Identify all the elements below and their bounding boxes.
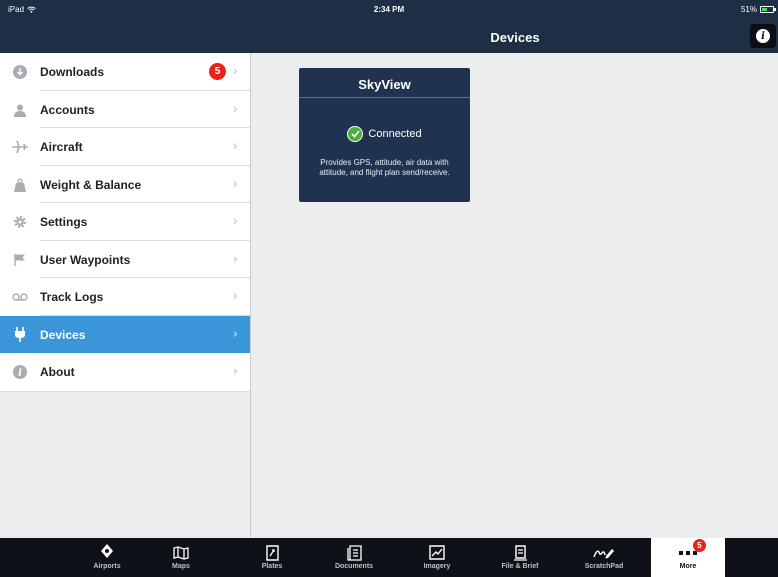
tab-more[interactable]: 5 More [651, 538, 725, 577]
tab-imagery[interactable]: Imagery [400, 538, 474, 577]
tab-bar: Airports Maps Plates Documents Imagery F… [0, 538, 778, 577]
sidebar-item-label: Downloads [40, 65, 105, 79]
sidebar-item-downloads[interactable]: Downloads 5 › [0, 53, 250, 91]
device-description: Provides GPS, attitude, air data with at… [319, 158, 450, 177]
sidebar-item-user-waypoints[interactable]: User Waypoints › [0, 240, 250, 278]
divider [0, 390, 250, 392]
weight-icon [12, 177, 28, 193]
sidebar-item-label: Settings [40, 215, 88, 229]
sidebar-item-aircraft[interactable]: Aircraft › [0, 128, 250, 166]
chevron-right-icon: › [232, 364, 238, 379]
sidebar-item-settings[interactable]: Settings › [0, 203, 250, 241]
chevron-right-icon: › [232, 101, 238, 117]
device-name: SkyView [299, 68, 470, 98]
plug-icon [12, 327, 28, 343]
tab-scratchpad[interactable]: ScratchPad [567, 538, 641, 577]
file-brief-icon [513, 544, 528, 561]
scratchpad-icon [593, 544, 615, 561]
map-icon [173, 544, 189, 561]
sidebar-item-label: Devices [40, 327, 86, 342]
imagery-icon [429, 544, 445, 561]
tab-file-brief[interactable]: File & Brief [483, 538, 557, 577]
sidebar-menu: Downloads 5 › Accounts › Aircraft › Weig… [0, 53, 250, 391]
airport-icon [100, 544, 114, 561]
battery-icon [760, 6, 776, 13]
documents-icon [346, 544, 362, 561]
battery-percent: 51% [740, 5, 757, 14]
sidebar-item-label: Weight & Balance [40, 177, 142, 192]
connection-status-text: Connected [368, 128, 422, 140]
tab-plates[interactable]: Plates [235, 538, 309, 577]
page-title: Devices [490, 30, 540, 45]
chevron-right-icon: › [232, 326, 238, 342]
device-card-skyview[interactable]: SkyView Connected Provides GPS, attitude… [299, 68, 470, 202]
sidebar-item-weight-balance[interactable]: Weight & Balance › [0, 165, 250, 203]
chevron-right-icon: › [232, 64, 238, 79]
sidebar: Downloads 5 › Accounts › Aircraft › Weig… [0, 53, 251, 538]
sidebar-item-track-logs[interactable]: Track Logs › [0, 278, 250, 316]
chevron-right-icon: › [232, 139, 238, 154]
info-icon: i [756, 29, 770, 43]
person-icon [12, 102, 28, 118]
sidebar-item-label: User Waypoints [40, 252, 131, 267]
sidebar-item-label: About [40, 365, 75, 379]
tab-maps[interactable]: Maps [144, 538, 218, 577]
downloads-count-badge: 5 [209, 63, 226, 80]
info-button[interactable]: i [750, 24, 776, 48]
download-icon [12, 64, 28, 80]
status-bar: iPad 2:34 PM 51% [0, 0, 778, 20]
svg-text:i: i [18, 368, 22, 379]
sidebar-item-accounts[interactable]: Accounts › [0, 90, 250, 128]
status-right: 51% [740, 5, 776, 14]
nav-bar: Devices i [0, 20, 778, 53]
sidebar-item-about[interactable]: i About › [0, 353, 250, 391]
chevron-right-icon: › [232, 289, 238, 304]
chevron-right-icon: › [232, 176, 238, 192]
tab-airports[interactable]: Airports [70, 538, 144, 577]
tracklog-icon [12, 289, 28, 305]
gear-icon [12, 214, 28, 230]
sidebar-item-devices[interactable]: Devices › [0, 315, 250, 353]
tab-documents[interactable]: Documents [317, 538, 391, 577]
connection-status: Connected [299, 126, 470, 142]
sidebar-item-label: Accounts [40, 102, 95, 117]
status-time: 2:34 PM [373, 5, 405, 14]
info-icon: i [12, 364, 28, 380]
plates-icon [265, 544, 279, 561]
checkmark-icon [347, 126, 364, 142]
sidebar-item-label: Track Logs [40, 290, 104, 304]
sidebar-item-label: Aircraft [40, 140, 83, 154]
chevron-right-icon: › [232, 214, 238, 229]
airplane-icon [12, 139, 28, 155]
more-count-badge: 5 [693, 539, 706, 552]
chevron-right-icon: › [232, 251, 238, 267]
flag-icon [12, 252, 28, 268]
